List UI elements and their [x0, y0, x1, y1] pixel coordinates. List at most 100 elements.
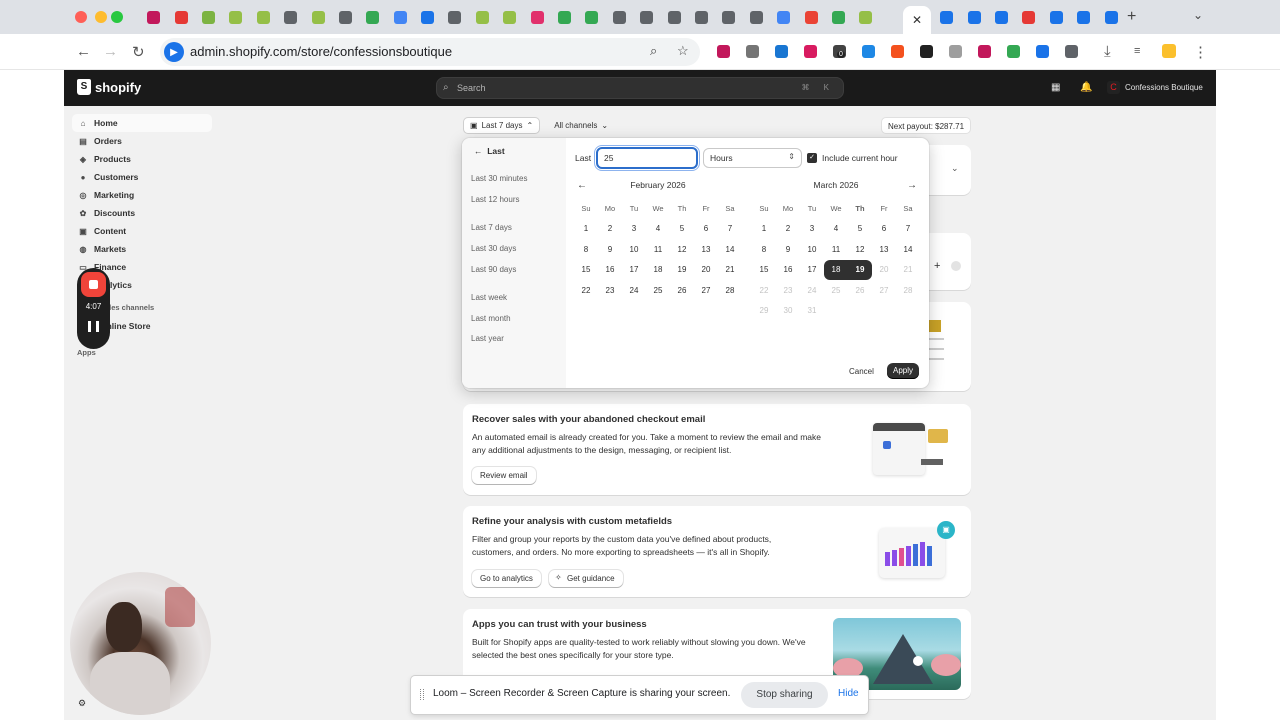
- sidebar-item-customers[interactable]: ● Customers: [72, 168, 212, 186]
- calendar-day[interactable]: 12: [848, 239, 872, 260]
- extension-icon[interactable]: [862, 45, 875, 58]
- calendar-day[interactable]: 3: [800, 219, 824, 240]
- calendar-day[interactable]: 1: [574, 219, 598, 240]
- calendar-day[interactable]: 16: [776, 260, 800, 281]
- calendar-day[interactable]: 5: [670, 219, 694, 240]
- browser-tab[interactable]: [797, 6, 824, 28]
- browser-tab[interactable]: [469, 6, 496, 28]
- preset-last-30-minutes[interactable]: Last 30 minutes: [471, 174, 527, 183]
- preset-last-month[interactable]: Last month: [471, 314, 511, 323]
- browser-tab[interactable]: [715, 6, 742, 28]
- channel-filter-button[interactable]: All channels ⌄: [548, 117, 614, 134]
- new-tab-button[interactable]: +: [1127, 8, 1136, 26]
- browser-tab[interactable]: [688, 6, 715, 28]
- calendar-day[interactable]: 27: [694, 280, 718, 301]
- browser-tab[interactable]: [578, 6, 605, 28]
- browser-tab[interactable]: [660, 6, 687, 28]
- tab-search-chevron-icon[interactable]: ⌄: [1193, 8, 1203, 22]
- calendar-day[interactable]: 1: [752, 219, 776, 240]
- media-controls-icon[interactable]: ≡: [1134, 45, 1140, 57]
- browser-tab[interactable]: [1015, 6, 1042, 28]
- browser-tab[interactable]: [770, 6, 797, 28]
- sidebar-item-marketing[interactable]: ◎ Marketing: [72, 186, 212, 204]
- browser-tab[interactable]: [523, 6, 550, 28]
- calendar-day[interactable]: 10: [800, 239, 824, 260]
- browser-tab[interactable]: [1097, 6, 1124, 28]
- extension-icon[interactable]: [1065, 45, 1078, 58]
- sidebar-item-orders[interactable]: ▤ Orders: [72, 132, 212, 150]
- browser-tab[interactable]: [304, 6, 331, 28]
- calendar-day[interactable]: 13: [872, 239, 896, 260]
- maximize-window-button[interactable]: [111, 11, 123, 23]
- browser-tab[interactable]: [852, 6, 879, 28]
- extension-icon[interactable]: [1036, 45, 1049, 58]
- calendar-day[interactable]: 26: [670, 280, 694, 301]
- calendar-day[interactable]: 8: [574, 239, 598, 260]
- store-avatar[interactable]: C: [1107, 81, 1120, 94]
- close-window-button[interactable]: [75, 11, 87, 23]
- calendar-day[interactable]: 20: [694, 260, 718, 281]
- more-icon[interactable]: [951, 261, 961, 271]
- browser-tab[interactable]: [633, 6, 660, 28]
- browser-tab[interactable]: [1043, 6, 1070, 28]
- calendar-day[interactable]: 24: [622, 280, 646, 301]
- next-payout-badge[interactable]: Next payout: $287.71: [881, 117, 972, 134]
- address-bar[interactable]: ▶ admin.shopify.com/store/confessionsbou…: [160, 38, 700, 66]
- preset-last-year[interactable]: Last year: [471, 334, 504, 343]
- store-icon[interactable]: ▦: [1051, 82, 1060, 93]
- preset-last-12-hours[interactable]: Last 12 hours: [471, 195, 519, 204]
- next-month-arrow-icon[interactable]: →: [907, 180, 917, 191]
- extension-icon[interactable]: [775, 45, 788, 58]
- back-to-presets-button[interactable]: ← Last: [474, 146, 505, 156]
- sidebar-item-content[interactable]: ▣ Content: [72, 222, 212, 240]
- store-name[interactable]: Confessions Boutique: [1125, 83, 1203, 92]
- sidebar-item-discounts[interactable]: ✿ Discounts: [72, 204, 212, 222]
- go-to-analytics-button[interactable]: Go to analytics: [472, 570, 541, 587]
- browser-tab[interactable]: [496, 6, 523, 28]
- calendar-day[interactable]: 18: [646, 260, 670, 281]
- preset-last-90-days[interactable]: Last 90 days: [471, 265, 516, 274]
- bookmark-star-icon[interactable]: ☆: [677, 43, 689, 59]
- sidebar-item-markets[interactable]: ◍ Markets: [72, 240, 212, 258]
- browser-tab[interactable]: [140, 6, 167, 28]
- chevron-down-icon[interactable]: ⌄: [951, 163, 959, 174]
- calendar-day[interactable]: 11: [646, 239, 670, 260]
- browser-tab[interactable]: [825, 6, 852, 28]
- preset-last-week[interactable]: Last week: [471, 293, 507, 302]
- browser-tab[interactable]: [988, 6, 1015, 28]
- date-range-filter-button[interactable]: ▣ Last 7 days ⌃: [463, 117, 541, 134]
- calendar-day[interactable]: 14: [718, 239, 742, 260]
- browser-tab[interactable]: [743, 6, 770, 28]
- calendar-day[interactable]: 15: [574, 260, 598, 281]
- extension-icon[interactable]: [978, 45, 991, 58]
- extension-icon[interactable]: [717, 45, 730, 58]
- calendar-day[interactable]: 22: [574, 280, 598, 301]
- browser-tab[interactable]: [167, 6, 194, 28]
- stop-recording-button[interactable]: [81, 272, 106, 297]
- pause-recording-button[interactable]: [88, 321, 99, 332]
- browser-tab[interactable]: [414, 6, 441, 28]
- zoom-icon[interactable]: ⌕: [650, 43, 657, 59]
- time-unit-select[interactable]: Hours ⇕: [703, 148, 802, 168]
- calendar-day[interactable]: 6: [694, 219, 718, 240]
- get-guidance-button[interactable]: ✧ Get guidance: [549, 570, 623, 587]
- sidebar-item-home[interactable]: ⌂ Home: [72, 114, 212, 132]
- calendar-day[interactable]: 8: [752, 239, 776, 260]
- calendar-day[interactable]: 17: [800, 260, 824, 281]
- browser-tab[interactable]: [1070, 6, 1097, 28]
- browser-tab[interactable]: [551, 6, 578, 28]
- browser-tab[interactable]: [359, 6, 386, 28]
- shopify-logo[interactable]: Sshopify: [77, 79, 141, 95]
- browser-tab[interactable]: [606, 6, 633, 28]
- calendar-day[interactable]: 19: [848, 259, 872, 280]
- calendar-day[interactable]: 4: [646, 219, 670, 240]
- download-icon[interactable]: ⤓: [1104, 43, 1111, 60]
- calendar-day[interactable]: 9: [776, 239, 800, 260]
- calendar-day[interactable]: 5: [848, 219, 872, 240]
- site-camera-icon[interactable]: ▶: [164, 42, 184, 62]
- include-current-hour-checkbox[interactable]: ✓ Include current hour: [807, 153, 898, 163]
- profile-extension-icon[interactable]: [1162, 44, 1176, 58]
- calendar-day[interactable]: 21: [718, 260, 742, 281]
- browser-tab[interactable]: [332, 6, 359, 28]
- browser-menu-icon[interactable]: ⋮: [1193, 43, 1208, 61]
